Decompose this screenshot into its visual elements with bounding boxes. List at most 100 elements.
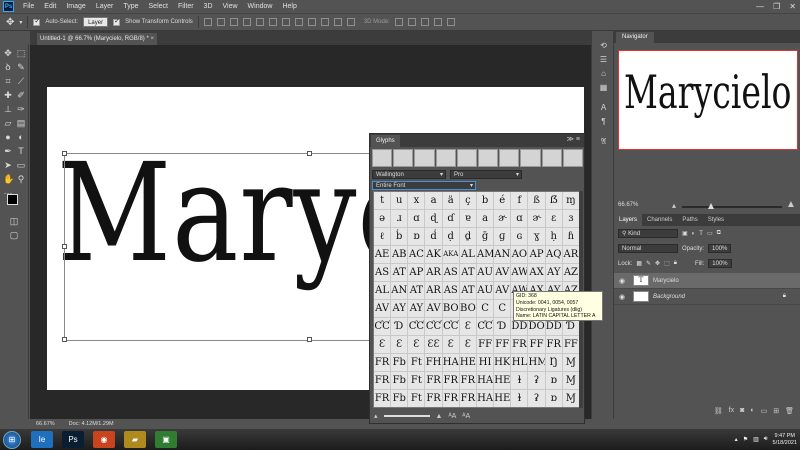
hand-tool-icon[interactable]: ✋ <box>3 174 14 184</box>
navigator-preview[interactable]: Marycielo <box>618 50 798 150</box>
transform-handle[interactable] <box>307 337 312 342</box>
lock-move-icon[interactable]: ✥ <box>655 260 660 267</box>
glyph-cell[interactable]: AM <box>476 246 494 263</box>
glyph-cell[interactable]: FR <box>425 372 442 389</box>
align-bottom-icon[interactable] <box>229 18 238 26</box>
close-icon[interactable]: ✕ <box>789 0 796 13</box>
glyph-cell[interactable]: ḋ <box>425 228 442 245</box>
layer-name[interactable]: Marycielo <box>653 278 679 284</box>
glyph-cell[interactable]: ƇƇ <box>476 318 494 335</box>
recent-glyph-cell[interactable] <box>499 149 520 167</box>
font-family-dropdown[interactable]: Wallington ▾ <box>372 170 446 179</box>
glyph-cell[interactable]: HE <box>459 354 476 371</box>
distribute-icon[interactable] <box>281 18 290 26</box>
glyph-cell[interactable]: AT <box>459 264 476 281</box>
glyph-cell[interactable]: Ɗ <box>494 318 511 335</box>
glyph-cell[interactable]: Ɱ <box>562 372 579 389</box>
recent-glyph-cell[interactable] <box>520 149 541 167</box>
glyph-cell[interactable]: ǝ <box>374 210 391 227</box>
glyph-cell[interactable]: ɗ <box>442 210 459 227</box>
glyph-cell[interactable]: ɹ <box>391 210 408 227</box>
glyph-cell[interactable]: C <box>494 300 511 317</box>
adjustment-icon[interactable]: ◐ <box>750 407 754 419</box>
chevron-down-icon[interactable]: ▾ <box>19 19 22 26</box>
tray-arrow-icon[interactable]: ▴ <box>735 436 738 443</box>
glyph-cell[interactable]: Fb <box>391 372 408 389</box>
opacity-input[interactable]: 100% <box>708 244 732 253</box>
glyph-cell[interactable]: ß <box>528 192 545 209</box>
lasso-tool-icon[interactable]: ꝺ <box>3 62 13 72</box>
glyph-cell[interactable]: ḍ <box>442 228 459 245</box>
glyph-cell[interactable]: HA <box>476 372 494 389</box>
glyph-cell[interactable]: ɢ <box>511 228 528 245</box>
gradient-tool-icon[interactable]: ▤ <box>16 118 26 128</box>
glyph-cell[interactable]: AN <box>391 282 408 299</box>
glyph-cell[interactable]: AZ <box>562 264 579 281</box>
shape-tool-icon[interactable]: ▭ <box>16 160 26 170</box>
character-icon[interactable]: A <box>598 103 609 113</box>
glyph-cell[interactable]: FR <box>511 336 528 353</box>
glyph-cell[interactable]: Ɛ <box>442 336 459 353</box>
3d-roll-icon[interactable] <box>407 18 416 26</box>
history-brush-icon[interactable]: ✑ <box>16 104 26 114</box>
filter-adjust-icon[interactable]: ◐ <box>692 231 696 237</box>
transform-handle[interactable] <box>62 337 67 342</box>
font-style-dropdown[interactable]: Pro ▾ <box>450 170 522 179</box>
glyph-cell[interactable]: AQ <box>545 246 562 263</box>
glyph-cell[interactable]: FR <box>459 372 476 389</box>
recent-glyph-cell[interactable] <box>393 149 414 167</box>
3d-slide-icon[interactable] <box>433 18 442 26</box>
menu-layer[interactable]: Layer <box>91 0 119 13</box>
small-a-icon[interactable]: ᴬA <box>448 413 456 420</box>
glyph-cell[interactable]: FF <box>562 336 579 353</box>
healing-tool-icon[interactable]: ✚ <box>3 90 13 100</box>
eye-icon[interactable]: ◉ <box>617 277 627 285</box>
glyph-cell[interactable]: ɦ <box>562 228 579 245</box>
glyph-cell[interactable]: u <box>391 192 408 209</box>
kind-filter-dropdown[interactable]: ⚲ Kind <box>618 229 678 238</box>
glyph-cell[interactable]: AO <box>511 246 528 263</box>
taskbar-app-button[interactable]: ▰ <box>124 431 146 448</box>
move-tool-icon[interactable]: ✥ <box>6 17 14 28</box>
blend-mode-dropdown[interactable]: Normal <box>618 244 678 253</box>
glyph-cell[interactable]: ɛ <box>545 210 562 227</box>
glyph-cell[interactable]: Ŋ <box>545 354 562 371</box>
eraser-tool-icon[interactable]: ▱ <box>3 118 13 128</box>
navigator-zoom-value[interactable]: 66.67% <box>618 202 638 208</box>
fill-input[interactable]: 100% <box>708 259 732 268</box>
glyph-cell[interactable]: AY <box>391 300 408 317</box>
transform-handle[interactable] <box>307 151 312 156</box>
glyph-cell[interactable]: ɑ <box>511 210 528 227</box>
glyph-cell[interactable]: Fb <box>391 390 408 407</box>
glyph-cell[interactable]: AL <box>459 246 476 263</box>
glyph-cell[interactable]: Ɛ <box>374 336 391 353</box>
glyph-cell[interactable]: ɡ <box>494 228 511 245</box>
glyph-cell[interactable]: a <box>425 192 442 209</box>
show-transform-checkbox[interactable] <box>113 17 121 26</box>
menu-view[interactable]: View <box>218 0 243 13</box>
glyph-cell[interactable]: é <box>494 192 511 209</box>
recent-glyph-cell[interactable] <box>456 149 478 167</box>
distribute-icon[interactable] <box>346 18 355 26</box>
restore-icon[interactable]: ❐ <box>773 0 780 13</box>
zoom-in-icon[interactable]: ▲ <box>786 199 796 210</box>
glyph-cell[interactable]: FR <box>374 390 391 407</box>
lock-artboard-icon[interactable]: ⬚ <box>664 260 670 267</box>
glyph-cell[interactable]: BO <box>459 300 476 317</box>
glyph-cell[interactable]: FH <box>425 354 442 371</box>
glyph-cell[interactable]: ɒ <box>408 228 425 245</box>
menu-window[interactable]: Window <box>243 0 278 13</box>
glyph-cell[interactable]: AY <box>545 264 562 281</box>
glyph-cell[interactable]: HM <box>528 354 545 371</box>
glyph-cell[interactable]: ɑ <box>408 210 425 227</box>
stamp-tool-icon[interactable]: ⊥ <box>3 104 13 114</box>
glyph-cell[interactable]: t <box>374 192 391 209</box>
glyph-cell[interactable]: AE <box>374 246 391 263</box>
distribute-icon[interactable] <box>333 18 342 26</box>
recent-glyph-cell[interactable] <box>541 149 562 167</box>
glyph-cell[interactable]: b <box>476 192 494 209</box>
large-glyph-icon[interactable]: ▲ <box>436 413 443 420</box>
glyph-cell[interactable]: ƇƇ <box>442 318 459 335</box>
glyph-cell[interactable]: AT <box>408 282 425 299</box>
clock[interactable]: 9:47 PM 5/18/2021 <box>773 433 797 447</box>
